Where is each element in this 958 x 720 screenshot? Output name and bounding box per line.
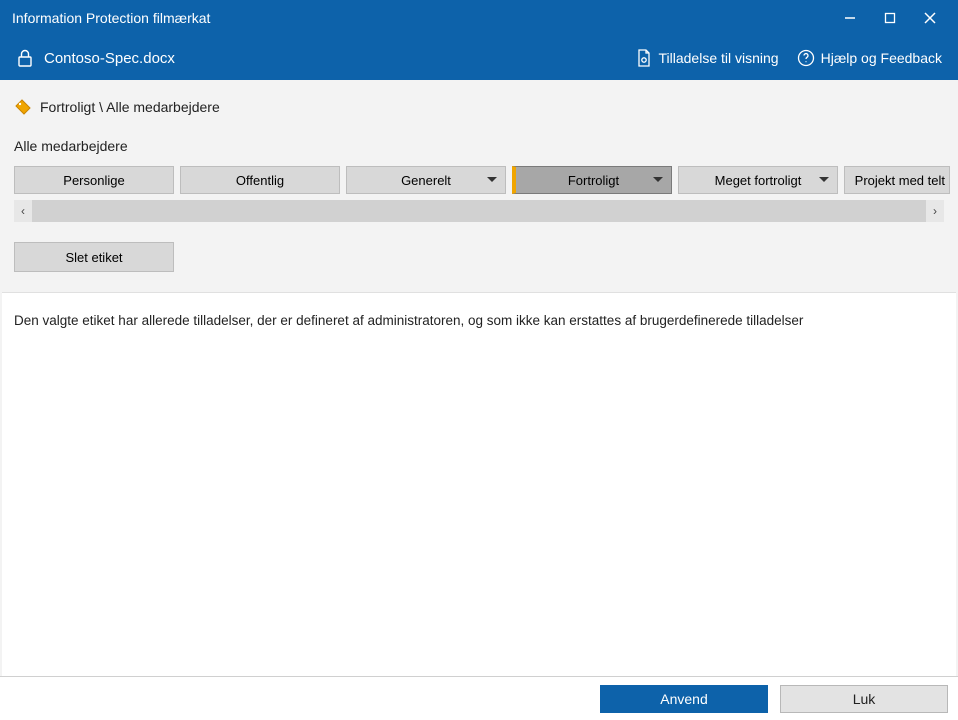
close-button[interactable] bbox=[910, 0, 950, 36]
content-area: Fortroligt \ Alle medarbejdere Alle meda… bbox=[0, 80, 958, 676]
titlebar: Information Protection filmærkat bbox=[0, 0, 958, 36]
footer: Anvend Luk bbox=[0, 676, 958, 720]
lock-icon bbox=[16, 48, 34, 68]
help-icon bbox=[797, 49, 815, 67]
close-button-label: Luk bbox=[853, 691, 876, 707]
label-text: Fortroligt bbox=[568, 173, 619, 188]
chevron-down-icon bbox=[487, 177, 497, 183]
titlebar-title: Information Protection filmærkat bbox=[12, 10, 830, 26]
maximize-icon bbox=[884, 12, 896, 24]
label-text: Offentlig bbox=[236, 173, 284, 188]
close-dialog-button[interactable]: Luk bbox=[780, 685, 948, 713]
label-text: Personlige bbox=[63, 173, 124, 188]
breadcrumb-text: Fortroligt \ Alle medarbejdere bbox=[40, 99, 220, 115]
label-projekt-med-telt[interactable]: Projekt med telt bbox=[844, 166, 950, 194]
label-personlige[interactable]: Personlige bbox=[14, 166, 174, 194]
scroll-left-button[interactable]: ‹ bbox=[14, 200, 32, 222]
document-permission-icon bbox=[635, 48, 653, 68]
info-message: Den valgte etiket har allerede tilladels… bbox=[14, 313, 803, 328]
delete-label-button[interactable]: Slet etiket bbox=[14, 242, 174, 272]
apply-button-label: Anvend bbox=[660, 691, 707, 707]
info-panel: Den valgte etiket har allerede tilladels… bbox=[2, 292, 956, 676]
apply-button[interactable]: Anvend bbox=[600, 685, 768, 713]
label-scrollbar: ‹ › bbox=[0, 196, 958, 222]
help-feedback-button[interactable]: Hjælp og Feedback bbox=[797, 49, 942, 67]
tag-icon bbox=[14, 98, 32, 116]
chevron-down-icon bbox=[653, 177, 663, 183]
label-bar: Personlige Offentlig Generelt Fortroligt… bbox=[0, 162, 958, 196]
label-fortroligt[interactable]: Fortroligt bbox=[512, 166, 672, 194]
subheader: Contoso-Spec.docx Tilladelse til visning… bbox=[0, 36, 958, 80]
view-permission-button[interactable]: Tilladelse til visning bbox=[635, 48, 779, 68]
minimize-icon bbox=[844, 12, 856, 24]
view-permission-label: Tilladelse til visning bbox=[659, 50, 779, 66]
label-text: Meget fortroligt bbox=[715, 173, 802, 188]
label-text: Projekt med telt bbox=[855, 173, 945, 188]
chevron-down-icon bbox=[819, 177, 829, 183]
minimize-button[interactable] bbox=[830, 0, 870, 36]
label-offentlig[interactable]: Offentlig bbox=[180, 166, 340, 194]
sublabel-heading: Alle medarbejdere bbox=[0, 124, 958, 162]
maximize-button[interactable] bbox=[870, 0, 910, 36]
label-text: Generelt bbox=[401, 173, 451, 188]
delete-row: Slet etiket bbox=[0, 222, 958, 278]
close-icon bbox=[924, 12, 936, 24]
scroll-track[interactable] bbox=[32, 200, 926, 222]
label-generelt[interactable]: Generelt bbox=[346, 166, 506, 194]
scroll-right-button[interactable]: › bbox=[926, 200, 944, 222]
document-name: Contoso-Spec.docx bbox=[44, 50, 617, 67]
breadcrumb: Fortroligt \ Alle medarbejdere bbox=[0, 80, 958, 124]
label-meget-fortroligt[interactable]: Meget fortroligt bbox=[678, 166, 838, 194]
help-feedback-label: Hjælp og Feedback bbox=[821, 50, 942, 66]
